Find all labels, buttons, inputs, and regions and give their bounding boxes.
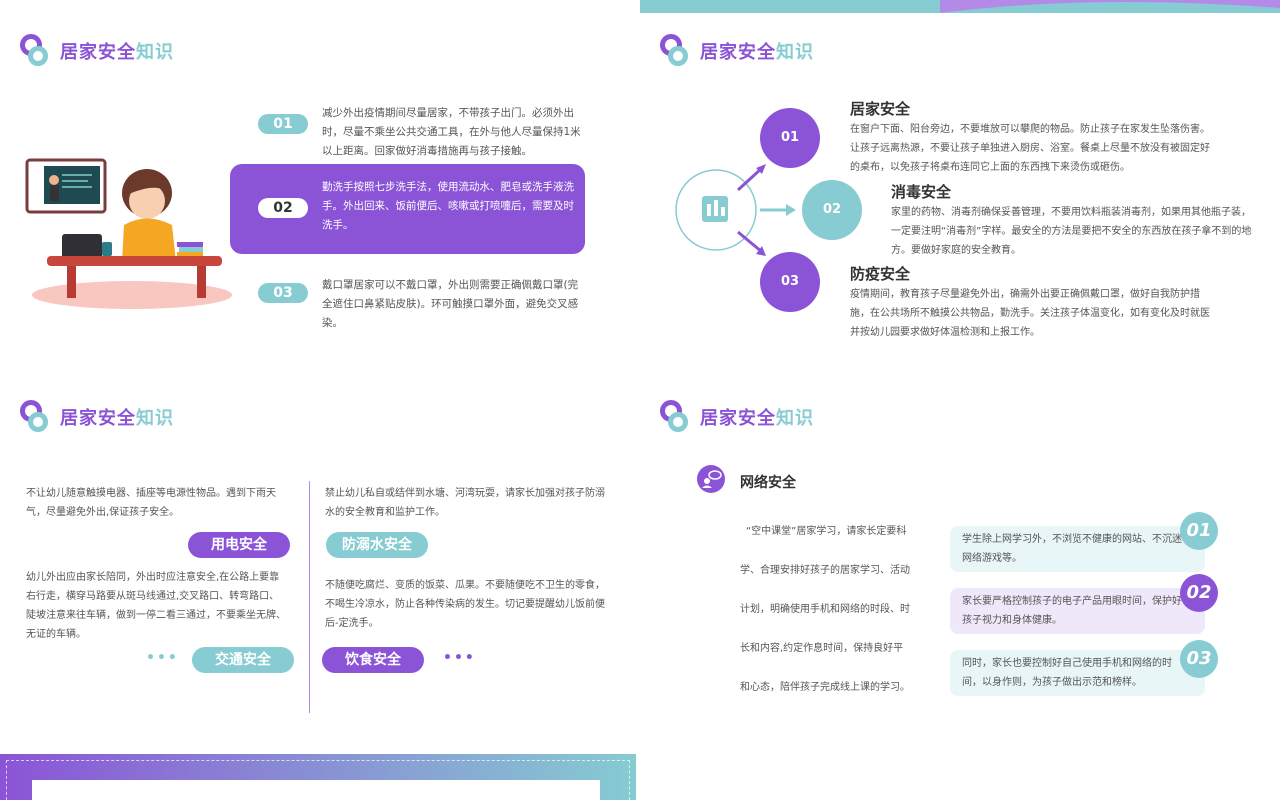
advice-line: 长和内容,约定作息时间，保持良好平 bbox=[740, 643, 904, 654]
section-title-disinfect: 消毒安全 bbox=[891, 183, 952, 201]
node-01: 01 bbox=[760, 108, 820, 168]
item-text-01: 减少外出疫情期间尽量居家，不带孩子出门。必须外出时，尽量不乘坐公共交通工具，在外… bbox=[322, 107, 581, 157]
item-text-02: 勤洗手按照七步洗手法，使用流动水、肥皂或洗手液洗手。外出回来、饭前便后、咳嗽或打… bbox=[322, 181, 574, 231]
card-text-01: 学生除上网学习外，不浏览不健康的网站、不沉迷网络游戏等。 bbox=[962, 534, 1182, 564]
next-slide-preview bbox=[0, 754, 636, 800]
preview-content-panel bbox=[32, 780, 600, 800]
item-number-02: 02 bbox=[258, 198, 308, 218]
section-text-home: 在窗户下面、阳台旁边，不要堆放可以攀爬的物品。防止孩子在家发生坠落伤害。让孩子远… bbox=[850, 124, 1210, 173]
card-01: 学生除上网学习外，不浏览不健康的网站、不沉迷网络游戏等。 bbox=[950, 526, 1205, 572]
decoration-dots: ••• bbox=[146, 650, 179, 666]
logo-rings-icon bbox=[20, 400, 50, 434]
advice-line: 和心态，陪伴孩子完成线上课的学习。 bbox=[740, 682, 910, 693]
chat-bubble-icon bbox=[697, 465, 725, 493]
slide-title: 居家安全知识 bbox=[60, 408, 174, 429]
item-number-03: 03 bbox=[258, 283, 308, 303]
advice-line: 学、合理安排好孩子的居家学习、活动 bbox=[740, 565, 910, 576]
traffic-safety-tag: 交通安全 bbox=[192, 647, 294, 673]
section-title-epidemic: 防疫安全 bbox=[850, 265, 911, 283]
electric-safety-tag: 用电安全 bbox=[188, 532, 290, 558]
item-text-03: 戴口罩居家可以不戴口罩，外出则需要正确佩戴口罩(完全遮住口鼻紧贴皮肤)。环可触摸… bbox=[322, 279, 579, 329]
logo-rings-icon bbox=[660, 34, 690, 68]
card-03: 同时，家长也要控制好自己使用手机和网络的时间，以身作则，为孩子做出示范和榜样。 bbox=[950, 650, 1205, 696]
water-safety-tag: 防溺水安全 bbox=[326, 532, 428, 558]
logo-rings-icon bbox=[660, 400, 690, 434]
section-text-epidemic: 疫情期间，教育孩子尽量避免外出，确需外出要正确佩戴口罩，做好自我防护措施，在公共… bbox=[850, 289, 1210, 338]
top-wave-decoration bbox=[640, 0, 1280, 16]
electric-safety-text: 不让幼儿随意触摸电器、插座等电源性物品。遇到下雨天气，尽量避免外出,保证孩子安全… bbox=[26, 488, 276, 518]
slide-home-safety-3: 居家安全知识 不让幼儿随意触摸电器、插座等电源性物品。遇到下雨天气，尽量避免外出… bbox=[0, 366, 640, 732]
card-number-01: 01 bbox=[1180, 512, 1218, 550]
node-03: 03 bbox=[760, 252, 820, 312]
center-divider bbox=[309, 481, 310, 713]
advice-line: 计划，明确使用手机和网络的时段、时 bbox=[740, 604, 910, 615]
slide-title: 居家安全知识 bbox=[700, 42, 814, 63]
card-number-03: 03 bbox=[1180, 640, 1218, 678]
section-title-home: 居家安全 bbox=[850, 100, 911, 118]
logo-rings-icon bbox=[20, 34, 50, 68]
traffic-safety-text: 幼儿外出应由家长陪同，外出时应注意安全,在公路上要靠右行走，横穿马路要从斑马线通… bbox=[26, 572, 286, 640]
section-text-disinfect: 家里的药物、消毒剂确保妥善管理，不要用饮料瓶装消毒剂，如果用其他瓶子装，一定要注… bbox=[891, 207, 1252, 256]
food-safety-text: 不随便吃腐烂、变质的饭菜、瓜果。不要随便吃不卫生的零食，不喝生冷凉水，防止各种传… bbox=[325, 580, 605, 629]
water-safety-text: 禁止幼儿私自或结伴到水塘、河湾玩耍，请家长加强对孩子防溺水的安全教育和监护工作。 bbox=[325, 488, 605, 518]
advice-line: “空中课堂”居家学习，请家长定要科 bbox=[746, 526, 907, 537]
card-text-02: 家长要严格控制孩子的电子产品用眼时间，保护好孩子视力和身体健康。 bbox=[962, 596, 1182, 626]
card-number-02: 02 bbox=[1180, 574, 1218, 612]
slide-home-safety-1: 居家安全知识 01 减少外出疫情期间尽量居家，不带孩子出门。必须外出时，尽量不乘… bbox=[0, 0, 640, 366]
advice-lines: “空中课堂”居家学习，请家长定要科 学、合理安排好孩子的居家学习、活动 计划，明… bbox=[740, 522, 940, 717]
slide-home-safety-2: 居家安全知识 01 02 03 居家安全 在窗户下面、阳台旁边，不要堆放可以攀爬… bbox=[640, 0, 1280, 366]
decoration-dots: ••• bbox=[443, 650, 476, 666]
card-02: 家长要严格控制孩子的电子产品用眼时间，保护好孩子视力和身体健康。 bbox=[950, 588, 1205, 634]
node-02: 02 bbox=[802, 180, 862, 240]
item-number-01: 01 bbox=[258, 114, 308, 134]
food-safety-tag: 饮食安全 bbox=[322, 647, 424, 673]
slide-home-safety-4: 居家安全知识 网络安全 “空中课堂”居家学习，请家长定要科 学、合理安排好孩子的… bbox=[640, 366, 1280, 732]
card-text-03: 同时，家长也要控制好自己使用手机和网络的时间，以身作则，为孩子做出示范和榜样。 bbox=[962, 658, 1172, 688]
network-safety-title: 网络安全 bbox=[740, 475, 796, 491]
slide-title: 居家安全知识 bbox=[60, 42, 174, 63]
girl-studying-illustration bbox=[25, 158, 232, 309]
slide-title: 居家安全知识 bbox=[700, 408, 814, 429]
